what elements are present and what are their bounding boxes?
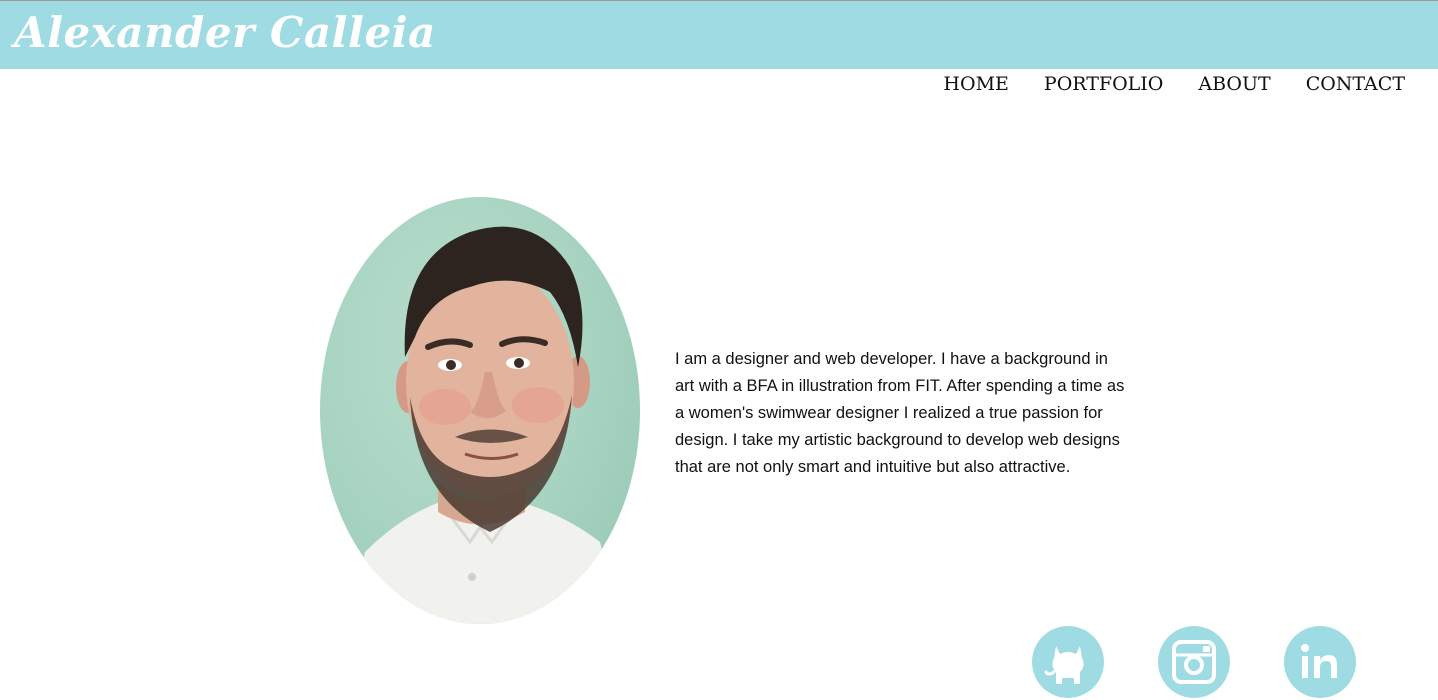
nav-portfolio[interactable]: PORTFOLIO (1044, 71, 1163, 97)
site-header: Alexander Calleia (0, 1, 1438, 69)
about-bio: I am a designer and web developer. I hav… (675, 350, 1125, 476)
github-icon (1042, 636, 1094, 688)
main-nav: HOME PORTFOLIO ABOUT CONTACT (943, 71, 1405, 97)
social-links (1032, 626, 1356, 698)
nav-contact[interactable]: CONTACT (1306, 71, 1405, 97)
github-link[interactable] (1032, 626, 1104, 698)
linkedin-link[interactable] (1284, 626, 1356, 698)
site-logo-title[interactable]: Alexander Calleia (14, 3, 436, 63)
nav-home[interactable]: HOME (943, 71, 1008, 97)
instagram-link[interactable] (1158, 626, 1230, 698)
nav-about[interactable]: ABOUT (1198, 71, 1270, 97)
instagram-icon (1170, 638, 1218, 686)
profile-photo (320, 197, 640, 624)
linkedin-icon (1297, 639, 1343, 685)
